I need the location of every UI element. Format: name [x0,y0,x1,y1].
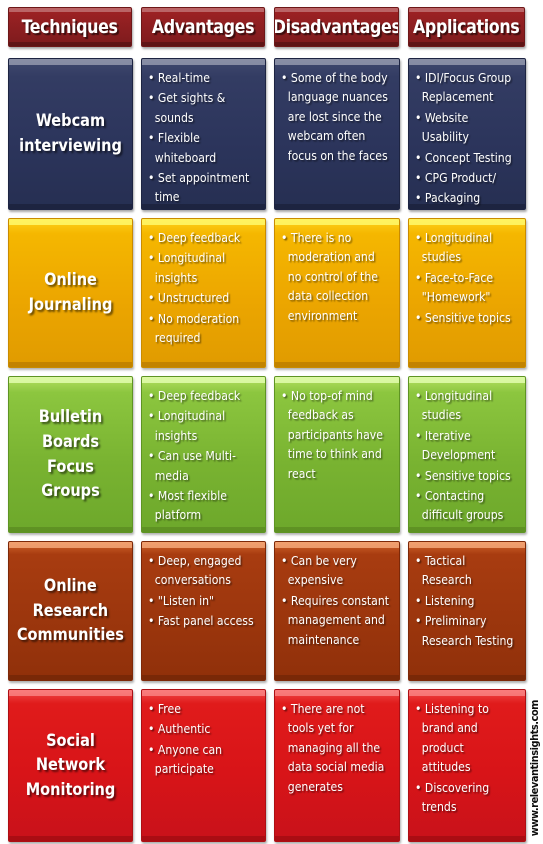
applications-list: Tactical ResearchListeningPreliminary Re… [415,551,519,650]
applications-list: Listening to brand and product attitudes… [415,699,519,816]
list-item: Requires constant management and mainten… [281,591,390,649]
list-item: Sensitive topics [415,308,516,327]
list-item: Longitudinal studies [415,386,516,425]
list-item: Discovering trends [415,778,516,817]
list-item: CPG Product/ [415,168,516,187]
table-row-advantages-cell: Real-timeGet sights & soundsFlexible whi… [141,58,266,210]
column-header-label: Disadvantages [274,15,399,38]
list-item: IDI/Focus Group Replacement [415,68,516,107]
disadvantages-list: Can be very expensiveRequires constant m… [281,551,393,649]
disadvantages-list: Some of the body language nuances are lo… [281,68,393,165]
table-row-advantages-cell: FreeAuthentic Anyone can participate [141,689,266,842]
list-item: Authentic [148,719,256,738]
column-header-label: Techniques [21,15,119,38]
list-item: Most flexible platform [148,486,256,525]
list-item: There is no moderation and no control of… [281,228,390,325]
table-row-technique-cell: Bulletin Boards Focus Groups [8,376,133,533]
column-header-disadvantages: Disadvantages [274,7,399,47]
table-row-applications-cell: Longitudinal studiesIterative Developmen… [408,376,526,533]
list-item: Listening [415,591,516,610]
comparison-grid: Techniques Advantages Disadvantages Appl… [0,0,543,844]
disadvantages-list: There are not tools yet for managing all… [281,699,393,796]
table-row-technique-cell: Online Journaling [8,218,133,368]
list-item: Free [148,699,256,718]
technique-label: Social Network Monitoring [25,730,116,800]
watermark: www.relevantinsights.com [525,700,543,840]
list-item: No top-of mind feedback as participants … [281,386,390,483]
list-item: Website Usability [415,108,516,147]
disadvantages-list: No top-of mind feedback as participants … [281,386,393,483]
column-header-applications: Applications [408,7,525,47]
table-row-technique-cell: Social Network Monitoring [8,689,133,842]
list-item: Face-to-Face "Homework" [415,268,516,307]
table-row-advantages-cell: Deep feedbackLongitudinal insightsUnstru… [141,218,266,368]
list-item: Unstructured [148,288,256,307]
list-item: Get sights & sounds [148,88,256,127]
list-item: There are not tools yet for managing all… [281,699,390,796]
table-row-technique-cell: Online Research Communities [8,541,133,681]
advantages-list: FreeAuthentic Anyone can participate [148,699,259,779]
table-row-disadvantages-cell: Some of the body language nuances are lo… [274,58,400,210]
table-row-disadvantages-cell: Can be very expensiveRequires constant m… [274,541,400,681]
table-row-applications-cell: Longitudinal studiesFace-to-Face "Homewo… [408,218,526,368]
list-item: Longitudinal insights [148,248,256,287]
advantages-list: Real-timeGet sights & soundsFlexible whi… [148,68,259,207]
table-row-disadvantages-cell: There are not tools yet for managing all… [274,689,400,842]
column-header-label: Advantages [151,15,255,38]
list-item: Preliminary Research Testing [415,611,516,650]
list-item: Contacting difficult groups [415,486,516,525]
applications-list: Longitudinal studiesFace-to-Face "Homewo… [415,228,519,327]
table-row-technique-cell: Webcam interviewing [8,58,133,210]
column-header-techniques: Techniques [8,7,132,47]
table-row-applications-cell: Listening to brand and product attitudes… [408,689,526,842]
table-row-advantages-cell: Deep, engaged conversations"Listen in"Fa… [141,541,266,681]
list-item: No moderation required [148,309,256,348]
list-item: Fast panel access [148,611,256,630]
table-row-applications-cell: Tactical ResearchListeningPreliminary Re… [408,541,526,681]
list-item: "Listen in" [148,591,256,610]
technique-label: Online Journaling [28,270,113,315]
advantages-list: Deep feedbackLongitudinal insightsCan us… [148,386,259,525]
column-header-advantages: Advantages [141,7,265,47]
table-row-applications-cell: IDI/Focus Group ReplacementWebsite Usabi… [408,58,526,210]
table-row-disadvantages-cell: No top-of mind feedback as participants … [274,376,400,533]
list-item: Some of the body language nuances are lo… [281,68,390,165]
list-item: Deep feedback [148,386,256,405]
list-item: Tactical Research [415,551,516,590]
advantages-list: Deep feedbackLongitudinal insightsUnstru… [148,228,259,347]
list-item: Anyone can participate [148,740,256,779]
table-row-advantages-cell: Deep feedbackLongitudinal insightsCan us… [141,376,266,533]
list-item: Concept Testing [415,148,516,167]
applications-list: IDI/Focus Group ReplacementWebsite Usabi… [415,68,519,209]
technique-label: Online Research Communities [16,576,125,646]
infographic-table: Techniques Advantages Disadvantages Appl… [0,0,543,844]
technique-label: Bulletin Boards Focus Groups [38,407,103,502]
disadvantages-list: There is no moderation and no control of… [281,228,393,325]
column-header-label: Applications [413,15,520,38]
list-item: Can be very expensive [281,551,390,590]
list-item: Iterative Development [415,426,516,465]
list-item: Longitudinal studies [415,228,516,267]
applications-list: Longitudinal studiesIterative Developmen… [415,386,519,525]
list-item: Deep feedback [148,228,256,247]
list-item: Listening to brand and product attitudes [415,699,516,777]
advantages-list: Deep, engaged conversations"Listen in"Fa… [148,551,259,631]
technique-label: Webcam interviewing [19,111,122,156]
list-item: Longitudinal insights [148,406,256,445]
list-item: Real-time [148,68,256,87]
list-item: Packaging Testing [415,188,516,209]
list-item: Set appointment time [148,168,256,207]
table-row-disadvantages-cell: There is no moderation and no control of… [274,218,400,368]
watermark-text: www.relevantinsights.com [527,700,541,837]
list-item: Flexible whiteboard [148,128,256,167]
list-item: Sensitive topics [415,466,516,485]
list-item: Deep, engaged conversations [148,551,256,590]
list-item: Can use Multi-media [148,446,256,485]
